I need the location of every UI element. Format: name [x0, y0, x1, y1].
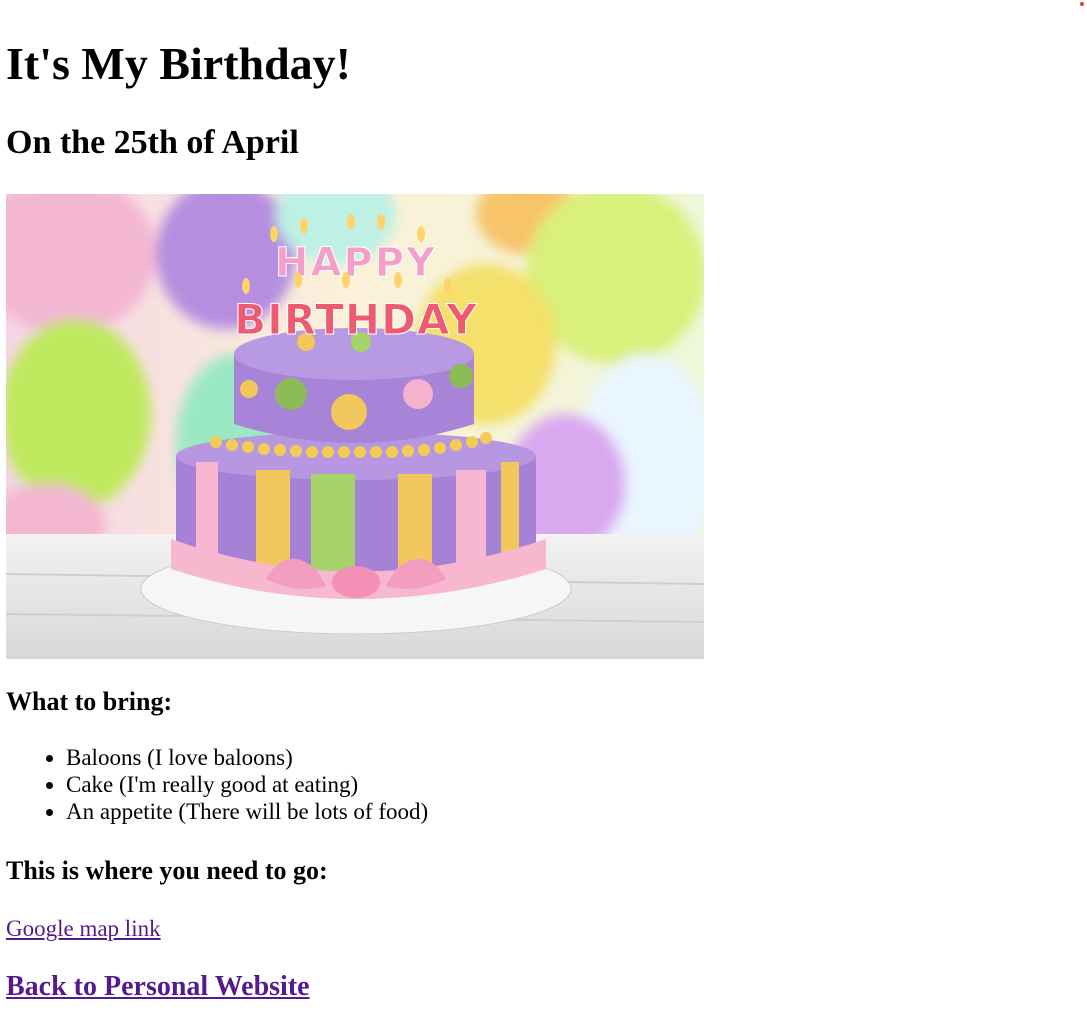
list-item: An appetite (There will be lots of food) — [66, 798, 428, 825]
bring-list: Baloons (I love baloons) Cake (I'm reall… — [6, 744, 428, 825]
birthday-cake-image: HAPPY BIRTHDAY — [6, 194, 704, 659]
cake-text-bottom: BIRTHDAY — [234, 295, 478, 344]
back-to-personal-website-link[interactable]: Back to Personal Website — [6, 969, 310, 1005]
page-title: It's My Birthday! — [6, 38, 351, 89]
google-map-link[interactable]: Google map link — [6, 914, 161, 944]
page-subtitle: On the 25th of April — [6, 124, 299, 161]
corner-dot-icon — [1080, 2, 1084, 6]
location-heading: This is where you need to go: — [6, 856, 328, 885]
list-item: Cake (I'm really good at eating) — [66, 771, 428, 798]
list-item: Baloons (I love baloons) — [66, 744, 428, 771]
what-to-bring-heading: What to bring: — [6, 687, 173, 716]
